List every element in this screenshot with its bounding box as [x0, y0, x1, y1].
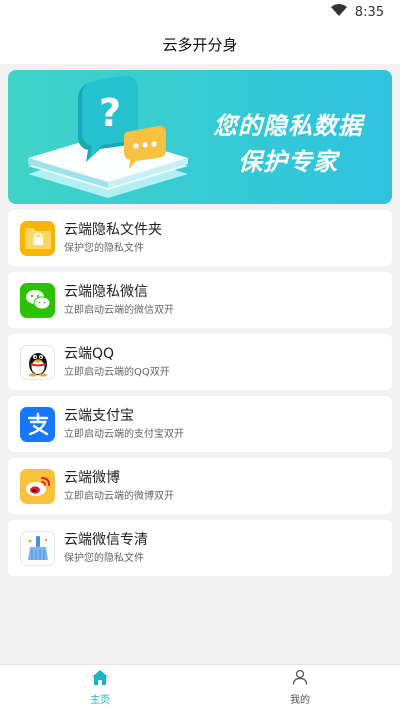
list-item-private-wechat[interactable]: 云端隐私微信 立即启动云端的微信双开 — [8, 272, 392, 328]
user-icon — [292, 669, 308, 688]
item-subtitle: 保护您的隐私文件 — [64, 242, 144, 254]
list-item-wechat-cleaner[interactable]: 云端微信专清 保护您的隐私文件 — [8, 520, 392, 576]
svg-text:?: ? — [99, 91, 121, 135]
tab-home-label: 主页 — [90, 694, 110, 706]
item-subtitle: 保护您的隐私文件 — [64, 552, 144, 564]
tab-mine[interactable]: 我的 — [200, 665, 400, 710]
title-bar: 云多开分身 — [0, 24, 400, 64]
list-item-private-folder[interactable]: 云端隐私文件夹 保护您的隐私文件 — [8, 210, 392, 266]
item-subtitle: 立即启动云端的微博双开 — [64, 490, 174, 502]
list-item-alipay[interactable]: 云端支付宝 立即启动云端的支付宝双开 — [8, 396, 392, 452]
item-subtitle: 立即启动云端的支付宝双开 — [64, 428, 184, 440]
home-icon — [92, 669, 108, 688]
item-subtitle: 立即启动云端的QQ双开 — [64, 366, 170, 378]
item-title: 云端微博 — [64, 469, 120, 486]
banner-line-2: 保护专家 — [238, 148, 338, 176]
list-item-weibo[interactable]: 云端微博 立即启动云端的微博双开 — [8, 458, 392, 514]
item-title: 云端支付宝 — [64, 407, 134, 424]
banner-line-1: 您的隐私数据 — [213, 112, 363, 140]
item-title: 云端QQ — [64, 345, 115, 362]
qq-penguin-icon — [20, 344, 55, 380]
item-title: 云端隐私微信 — [64, 283, 148, 300]
item-title: 云端微信专清 — [64, 531, 148, 548]
page-title: 云多开分身 — [162, 35, 238, 54]
folder-lock-icon — [20, 220, 55, 256]
main-content: ? 您的隐私数据 保护专家 云端隐私文件夹 保护您的隐私文件 云端隐私微信 立即… — [0, 64, 400, 664]
banner[interactable]: ? 您的隐私数据 保护专家 — [8, 70, 392, 204]
shield-question-illustration: ? — [28, 75, 188, 198]
weibo-icon — [20, 468, 55, 504]
wifi-icon — [330, 4, 347, 20]
broom-icon — [20, 530, 55, 566]
wechat-icon — [20, 282, 55, 318]
item-subtitle: 立即启动云端的微信双开 — [64, 304, 174, 316]
feature-list: 云端隐私文件夹 保护您的隐私文件 云端隐私微信 立即启动云端的微信双开 云端QQ… — [8, 210, 392, 576]
bottom-tab-bar: 主页 我的 — [0, 664, 400, 710]
list-item-qq[interactable]: 云端QQ 立即启动云端的QQ双开 — [8, 334, 392, 390]
alipay-icon — [20, 406, 55, 442]
item-title: 云端隐私文件夹 — [64, 221, 162, 238]
tab-home[interactable]: 主页 — [0, 665, 200, 710]
banner-text: 您的隐私数据 保护专家 — [193, 108, 383, 180]
tab-mine-label: 我的 — [290, 695, 310, 706]
status-time: 8:35 — [354, 4, 384, 20]
status-bar: 8:35 — [0, 0, 400, 24]
